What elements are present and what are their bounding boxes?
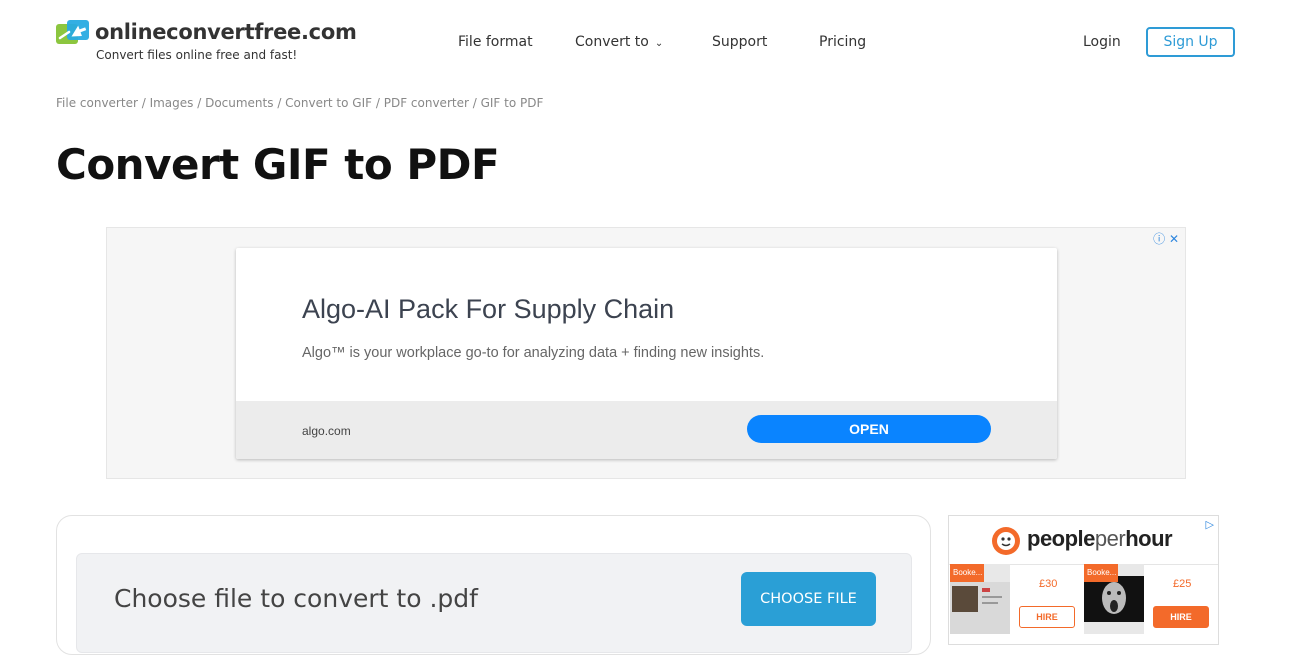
upload-label: Choose file to convert to .pdf <box>114 584 478 613</box>
ad-headline[interactable]: Algo-AI Pack For Supply Chain <box>302 294 674 325</box>
gig-tag: Booke... <box>1084 564 1118 582</box>
breadcrumb-item[interactable]: File converter <box>56 96 138 110</box>
smiley-logo-icon <box>992 527 1020 555</box>
ad-card[interactable]: Algo-AI Pack For Supply Chain Algo™ is y… <box>236 248 1057 459</box>
wordmark-part: per <box>1094 526 1126 551</box>
breadcrumb: File converter / Images / Documents / Co… <box>56 96 543 110</box>
breadcrumb-item[interactable]: Images <box>150 96 194 110</box>
wordmark-part: hour <box>1125 526 1173 551</box>
brand-name: onlineconvertfree.com <box>95 20 357 44</box>
choose-file-button[interactable]: CHOOSE FILE <box>741 572 876 626</box>
logo-arrows-icon <box>56 20 89 44</box>
gig-card[interactable]: Booke... £25 HIRE <box>1083 564 1217 644</box>
breadcrumb-item[interactable]: PDF converter <box>384 96 469 110</box>
signup-button[interactable]: Sign Up <box>1146 27 1235 57</box>
peopleperhour-wordmark: peopleperhour <box>1027 526 1173 552</box>
side-ad-banner[interactable]: ▷ peopleperhour Booke... £30 HIRE Booke.… <box>948 515 1219 645</box>
ad-domain: algo.com <box>302 424 351 438</box>
nav-pricing[interactable]: Pricing <box>819 34 866 50</box>
chevron-down-icon: ⌄ <box>654 38 664 49</box>
file-drop-zone[interactable]: Choose file to convert to .pdf CHOOSE FI… <box>76 553 912 653</box>
brand-tagline: Convert files online free and fast! <box>96 48 298 62</box>
breadcrumb-separator: / <box>273 96 286 110</box>
gig-price: £30 <box>1039 578 1058 590</box>
ad-footer: algo.com OPEN <box>236 401 1057 459</box>
breadcrumb-item[interactable]: Documents <box>205 96 273 110</box>
nav-support[interactable]: Support <box>712 34 767 50</box>
ad-description: Algo™ is your workplace go-to for analyz… <box>302 345 765 361</box>
login-link[interactable]: Login <box>1083 34 1121 50</box>
page-title: Convert GIF to PDF <box>56 140 500 189</box>
site-header: onlineconvertfree.com Convert files onli… <box>0 0 1316 85</box>
breadcrumb-item-current: GIF to PDF <box>480 96 544 110</box>
breadcrumb-separator: / <box>193 96 206 110</box>
breadcrumb-separator: / <box>372 96 384 110</box>
ad-open-button[interactable]: OPEN <box>747 415 991 443</box>
top-ad-banner[interactable]: ⓘ ✕ Algo-AI Pack For Supply Chain Algo™ … <box>106 227 1186 479</box>
breadcrumb-separator: / <box>468 96 481 110</box>
breadcrumb-separator: / <box>137 96 150 110</box>
gig-price: £25 <box>1173 578 1192 590</box>
converter-panel: Choose file to convert to .pdf CHOOSE FI… <box>56 515 931 655</box>
gig-card[interactable]: Booke... £30 HIRE <box>949 564 1083 644</box>
ad-choices-icon[interactable]: ▷ <box>1206 518 1214 531</box>
nav-convert-to-label: Convert to <box>575 34 649 50</box>
gig-tag: Booke... <box>950 564 984 582</box>
hire-button[interactable]: HIRE <box>1153 606 1209 628</box>
nav-file-format[interactable]: File format <box>458 34 533 50</box>
nav-convert-to[interactable]: Convert to ⌄ <box>575 34 663 50</box>
wordmark-part: people <box>1027 526 1095 551</box>
hire-button[interactable]: HIRE <box>1019 606 1075 628</box>
ad-choices-icon[interactable]: ⓘ ✕ <box>1153 230 1179 247</box>
breadcrumb-item[interactable]: Convert to GIF <box>285 96 372 110</box>
